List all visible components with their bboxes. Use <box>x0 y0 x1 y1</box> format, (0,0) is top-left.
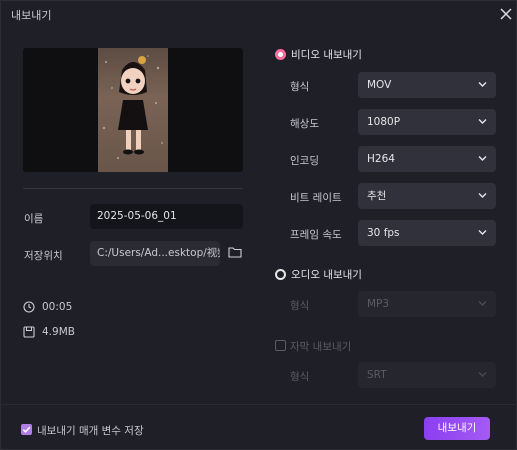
bitrate-value: 추천 <box>367 190 387 202</box>
chevron-down-icon <box>478 230 487 235</box>
save-params-checkbox[interactable] <box>21 424 32 435</box>
frame-rate-select[interactable]: 30 fps <box>358 220 496 246</box>
preview-divider <box>23 188 243 189</box>
video-format-label: 형식 <box>290 81 310 93</box>
chevron-down-icon <box>478 372 487 377</box>
chevron-down-icon <box>478 193 487 198</box>
video-export-radio[interactable] <box>275 49 286 60</box>
encoding-select[interactable]: H264 <box>358 146 496 172</box>
name-label: 이름 <box>24 213 44 225</box>
audio-format-value: MP3 <box>367 298 390 310</box>
frame-rate-value: 30 fps <box>367 227 400 239</box>
video-export-label: 비디오 내보내기 <box>291 49 362 61</box>
export-dialog: 내보내기 이름 2025-05-06_01 저장위치 C:/Users/Ad..… <box>0 0 517 450</box>
export-button[interactable]: 내보내기 <box>424 417 490 440</box>
name-input[interactable]: 2025-05-06_01 <box>90 204 243 229</box>
bitrate-select[interactable]: 추천 <box>358 183 496 209</box>
resolution-value: 1080P <box>367 116 401 128</box>
frame-rate-label: 프레임 속도 <box>290 229 342 241</box>
subtitle-format-label: 형식 <box>290 371 310 383</box>
subtitle-format-value: SRT <box>367 369 387 381</box>
audio-export-label: 오디오 내보내기 <box>291 269 362 281</box>
video-format-value: MOV <box>367 79 392 91</box>
subtitle-format-select[interactable]: SRT <box>358 362 496 388</box>
save-location-field[interactable]: C:/Users/Ad...esktop/视频素材 <box>90 241 220 266</box>
folder-icon[interactable] <box>228 246 242 258</box>
chevron-down-icon <box>478 156 487 161</box>
duration-value: 00:05 <box>42 301 73 313</box>
save-location-label: 저장위치 <box>24 250 63 262</box>
resolution-label: 해상도 <box>290 118 319 130</box>
clock-icon <box>23 301 35 313</box>
file-size-icon <box>23 326 35 338</box>
subtitle-export-label: 자막 내보내기 <box>290 341 352 353</box>
file-size-value: 4.9MB <box>42 326 75 338</box>
encoding-value: H264 <box>367 153 395 165</box>
video-format-select[interactable]: MOV <box>358 72 496 98</box>
audio-export-radio[interactable] <box>275 269 286 280</box>
bitrate-label: 비트 레이트 <box>290 192 342 204</box>
chevron-down-icon <box>478 119 487 124</box>
encoding-label: 인코딩 <box>290 155 319 167</box>
video-preview <box>23 48 243 172</box>
preview-thumbnail <box>98 48 168 172</box>
dialog-title: 내보내기 <box>11 9 52 22</box>
subtitle-export-checkbox[interactable] <box>275 340 286 351</box>
close-icon[interactable] <box>497 5 515 23</box>
audio-format-label: 형식 <box>290 300 310 312</box>
footer-divider <box>1 404 517 405</box>
save-params-label: 내보내기 매개 변수 저장 <box>37 425 144 437</box>
resolution-select[interactable]: 1080P <box>358 109 496 135</box>
title-bar: 내보내기 <box>1 1 517 28</box>
chevron-down-icon <box>478 82 487 87</box>
chevron-down-icon <box>478 301 487 306</box>
audio-format-select[interactable]: MP3 <box>358 291 496 317</box>
